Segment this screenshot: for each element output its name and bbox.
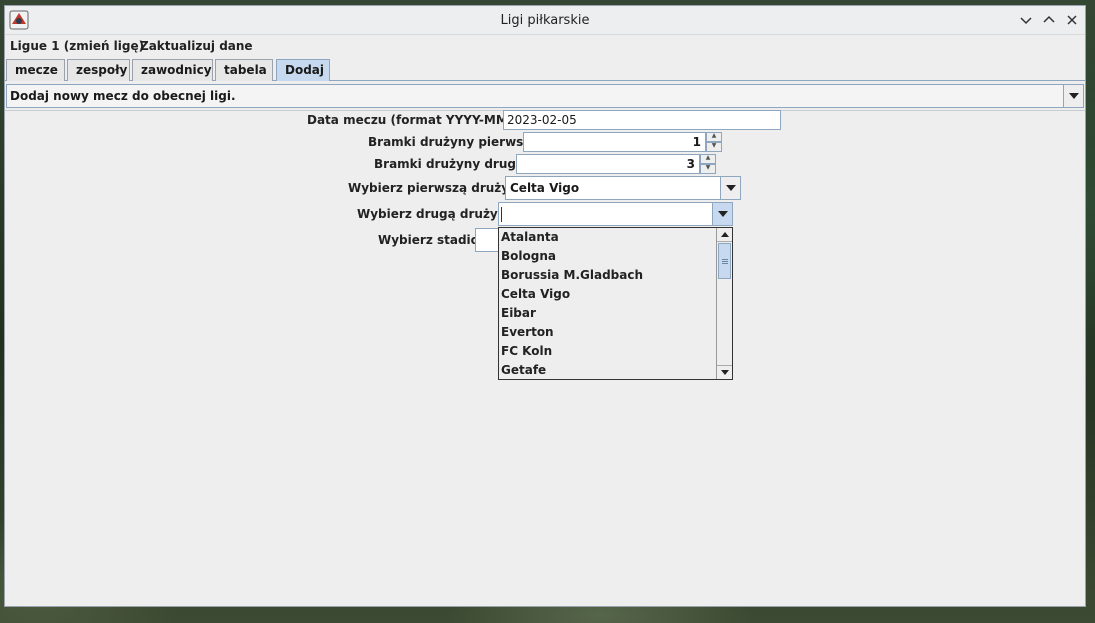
date-label: Data meczu (format YYYY-MM-YY) [307,113,534,127]
tab-tabela[interactable]: tabela [215,59,273,81]
title-bar[interactable]: Ligi piłkarskie [5,6,1085,35]
spinner-down-icon[interactable]: ▼ [700,164,716,174]
stadium-label: Wybierz stadion [378,233,488,247]
grip-line [722,263,728,264]
goals-second-input[interactable]: 3 [516,154,700,174]
menu-bar: Ligue 1 (zmień ligę) Zaktualizuj dane [5,35,1085,57]
dropdown-option[interactable]: Everton [499,323,715,342]
grip-line [722,259,728,260]
goals-second-spinner[interactable]: ▲ ▼ [700,154,716,174]
dropdown-option[interactable]: Getafe [499,361,715,380]
team-first-value: Celta Vigo [510,181,580,195]
scroll-down-button[interactable] [717,365,732,379]
tab-zawodnicy[interactable]: zawodnicy [132,59,213,81]
minimize-button[interactable] [1017,11,1035,29]
date-input[interactable]: 2023-02-05 [503,110,781,130]
chevron-down-icon [1020,17,1032,25]
team-second-arrow[interactable] [712,203,732,225]
goals-first-label: Bramki drużyny pierwszej [368,135,543,149]
action-select[interactable]: Dodaj nowy mecz do obecnej ligi. [6,84,1084,108]
tab-zespoly[interactable]: zespoły [67,59,130,81]
text-cursor [501,207,502,222]
scrollbar-thumb[interactable] [718,243,731,279]
spinner-down-icon[interactable]: ▼ [706,142,722,152]
goals-first-spinner[interactable]: ▲ ▼ [706,132,722,152]
dropdown-option[interactable]: Atalanta [499,228,715,247]
close-button[interactable] [1063,11,1081,29]
tab-dodaj[interactable]: Dodaj [276,59,330,81]
action-select-value: Dodaj nowy mecz do obecnej ligi. [10,89,236,103]
scroll-up-button[interactable] [717,228,732,242]
triangle-down-icon [1068,93,1079,99]
dropdown-option[interactable]: Eibar [499,304,715,323]
app-window: Ligi piłkarskie Ligue 1 (zmień ligę) Zak… [4,5,1086,607]
team-second-dropdown: Atalanta Bologna Borussia M.Gladbach Cel… [498,227,733,380]
dropdown-option[interactable]: FC Koln [499,342,715,361]
maximize-button[interactable] [1040,11,1058,29]
stadium-select[interactable] [475,228,499,252]
goals-first-input[interactable]: 1 [523,132,706,152]
tab-bar: mecze zespoły zawodnicy tabela Dodaj [5,59,1085,81]
goals-second-label: Bramki drużyny drugiej [374,157,533,171]
team-second-select[interactable] [498,202,733,226]
triangle-down-icon [717,211,728,217]
dropdown-option[interactable]: Borussia M.Gladbach [499,266,715,285]
triangle-down-icon [725,185,736,191]
action-select-arrow[interactable] [1063,85,1083,107]
dropdown-scrollbar[interactable] [716,228,732,379]
team-first-arrow[interactable] [720,177,740,199]
dropdown-option[interactable]: Bologna [499,247,715,266]
chevron-up-icon [1043,15,1055,23]
close-icon [1067,15,1077,25]
triangle-down-icon [720,370,729,375]
team-second-label: Wybierz drugą drużynę [357,207,515,221]
spinner-up-icon[interactable]: ▲ [700,154,716,164]
team-first-select[interactable]: Celta Vigo [505,176,741,200]
tab-mecze[interactable]: mecze [6,59,65,81]
triangle-up-icon [720,232,729,237]
grip-line [722,261,728,262]
team-first-label: Wybierz pierwszą drużynę [348,181,526,195]
menu-update-data[interactable]: Zaktualizuj dane [140,39,253,53]
spinner-up-icon[interactable]: ▲ [706,132,722,142]
window-title: Ligi piłkarskie [500,13,590,28]
dropdown-option[interactable]: Celta Vigo [499,285,715,304]
menu-change-league[interactable]: Ligue 1 (zmień ligę) [10,39,144,53]
dropdown-list: Atalanta Bologna Borussia M.Gladbach Cel… [499,228,715,380]
